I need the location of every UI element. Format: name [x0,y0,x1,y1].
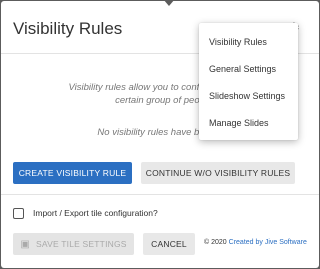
footer: © 2020 Created by Jive Software [204,239,307,246]
dialog-title: Visibility Rules [13,19,123,38]
save-tile-settings-label: SAVE TILE SETTINGS [35,239,127,249]
menu-item-general-settings[interactable]: General Settings [199,56,298,83]
create-visibility-rule-button[interactable]: CREATE VISIBILITY RULE [13,162,132,184]
actions-divider [1,194,319,195]
import-export-checkbox[interactable] [13,208,24,219]
menu-item-manage-slides[interactable]: Manage Slides [199,110,298,137]
dialog-notch [163,1,175,6]
jive-software-link[interactable]: Created by Jive Software [229,239,307,246]
menu-item-visibility-rules[interactable]: Visibility Rules [199,29,298,56]
visibility-rules-dialog: Visibility Rules ⚙ Visibility rules allo… [1,1,319,268]
copyright-text: © 2020 [204,239,227,246]
menu-item-slideshow-settings[interactable]: Slideshow Settings [199,83,298,110]
cancel-button[interactable]: CANCEL [143,233,195,255]
save-tile-settings-button[interactable]: ▣ SAVE TILE SETTINGS [13,233,134,255]
floppy-disk-icon: ▣ [20,238,30,250]
import-export-label: Import / Export tile configuration? [33,208,158,218]
settings-dropdown-menu: Visibility Rules General Settings Slides… [199,23,298,140]
continue-without-rules-button[interactable]: CONTINUE W/O VISIBILITY RULES [141,162,295,184]
